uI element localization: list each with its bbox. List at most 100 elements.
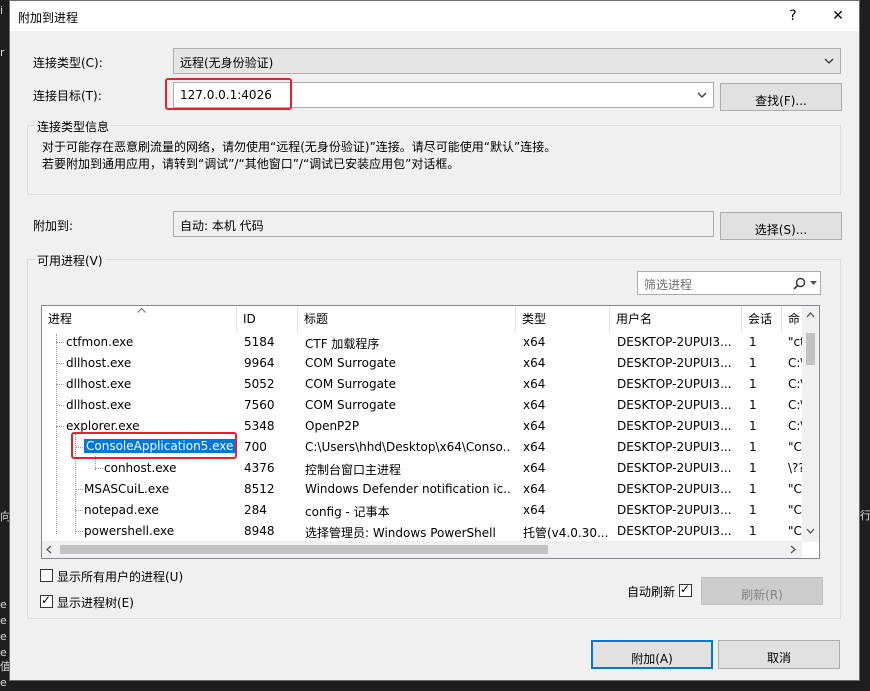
title-bar: 附加到进程 ? ✕ — [10, 1, 859, 31]
select-button[interactable]: 选择(S)... — [720, 212, 842, 240]
process-session: 1 — [749, 419, 757, 433]
background-editor-strip: i r 向 e e e e 值 e — [0, 0, 11, 691]
process-user: DESKTOP-2UPUI3... — [617, 356, 732, 370]
horizontal-scrollbar[interactable] — [42, 541, 802, 558]
horizontal-scroll-thumb[interactable] — [60, 545, 548, 554]
auto-refresh-checkbox[interactable] — [679, 582, 692, 597]
tree-connector — [56, 384, 64, 385]
column-header-type[interactable]: 类型 — [516, 306, 610, 332]
process-title: COM Surrogate — [305, 356, 397, 370]
process-title: COM Surrogate — [305, 398, 397, 412]
table-row[interactable]: MSASCuiL.exe 8512 Windows Defender notif… — [42, 479, 812, 500]
column-header-id[interactable]: ID — [237, 306, 298, 332]
table-row[interactable]: dllhost.exe 7560 COM Surrogate x64 DESKT… — [42, 395, 812, 416]
attach-button-label: 附加(A) — [631, 652, 673, 666]
process-type: x64 — [523, 377, 546, 391]
chevron-right-icon[interactable] — [790, 545, 796, 554]
process-session: 1 — [749, 503, 757, 517]
process-id: 9964 — [244, 356, 275, 370]
filter-placeholder: 筛选进程 — [644, 278, 693, 292]
chevron-down-icon[interactable] — [810, 281, 817, 286]
cancel-button[interactable]: 取消 — [718, 640, 840, 669]
connection-type-dropdown[interactable]: 远程(无身份验证) — [173, 48, 841, 74]
column-header-session[interactable]: 会话 — [742, 306, 782, 332]
attach-to-value: 自动: 本机 代码 — [180, 219, 264, 233]
column-header-title[interactable]: 标题 — [298, 306, 516, 332]
process-title: C:\Users\hhd\Desktop\x64\Conso... — [305, 440, 511, 454]
search-icon[interactable] — [793, 277, 806, 290]
process-session: 1 — [749, 398, 757, 412]
column-header-username[interactable]: 用户名 — [610, 306, 742, 332]
process-type: x64 — [523, 419, 546, 433]
tree-connector — [95, 468, 103, 469]
process-type: x64 — [523, 503, 546, 517]
process-title: COM Surrogate — [305, 377, 397, 391]
process-name: explorer.exe — [66, 419, 140, 433]
show-process-tree-label[interactable]: 显示进程树(E) — [57, 594, 134, 611]
chevron-up-icon[interactable] — [806, 312, 815, 318]
cancel-button-label: 取消 — [766, 651, 791, 665]
table-row[interactable]: conhost.exe 4376 控制台窗口主进程 x64 DESKTOP-2U… — [42, 458, 812, 479]
find-button[interactable]: 查找(F)... — [720, 83, 842, 111]
process-id: 5348 — [244, 419, 275, 433]
bg-char: r — [0, 46, 5, 59]
attach-button[interactable]: 附加(A) — [591, 640, 713, 669]
refresh-button[interactable]: 刷新(R) — [701, 577, 823, 605]
bg-char: e — [0, 614, 7, 627]
sort-ascending-icon — [137, 308, 146, 313]
process-session: 1 — [749, 356, 757, 370]
connection-target-label: 连接目标(T): — [33, 89, 102, 103]
filter-process-input[interactable]: 筛选进程 — [637, 271, 821, 295]
close-button[interactable]: ✕ — [819, 1, 857, 31]
available-processes-title: 可用进程(V) — [35, 252, 105, 269]
show-all-users-label[interactable]: 显示所有用户的进程(U) — [57, 568, 183, 585]
tree-connector — [56, 363, 64, 364]
highlight-annotation — [165, 78, 292, 110]
process-type: x64 — [523, 482, 546, 496]
table-row[interactable]: dllhost.exe 9964 COM Surrogate x64 DESKT… — [42, 353, 812, 374]
list-header: 进程 ID 标题 类型 用户名 会话 命 — [42, 306, 812, 332]
process-user: DESKTOP-2UPUI3... — [617, 503, 732, 517]
table-row[interactable]: dllhost.exe 5052 COM Surrogate x64 DESKT… — [42, 374, 812, 395]
process-name: powershell.exe — [84, 524, 175, 538]
help-button[interactable]: ? — [774, 1, 812, 31]
vertical-scroll-thumb[interactable] — [806, 333, 815, 365]
process-user: DESKTOP-2UPUI3... — [617, 419, 732, 433]
process-title: CTF 加载程序 — [305, 337, 380, 351]
process-id: 4376 — [244, 461, 275, 475]
show-process-tree-checkbox[interactable] — [40, 593, 53, 608]
bg-char: e — [0, 630, 7, 643]
chevron-down-icon[interactable] — [806, 528, 815, 534]
process-user: DESKTOP-2UPUI3... — [617, 482, 732, 496]
bg-char: i — [0, 4, 4, 17]
highlight-annotation — [71, 432, 237, 459]
tree-connector — [56, 426, 64, 427]
process-user: DESKTOP-2UPUI3... — [617, 440, 732, 454]
table-row[interactable]: powershell.exe 8948 选择管理员: Windows Power… — [42, 521, 812, 542]
process-session: 1 — [749, 335, 757, 349]
process-name: dllhost.exe — [66, 377, 132, 391]
process-id: 8512 — [244, 482, 275, 496]
refresh-button-label: 刷新(R) — [741, 588, 783, 602]
process-session: 1 — [749, 377, 757, 391]
auto-refresh-label[interactable]: 自动刷新 — [627, 583, 675, 600]
vertical-scrollbar[interactable] — [802, 306, 819, 542]
process-title: 选择管理员: Windows PowerShell — [305, 526, 496, 540]
tree-connector — [56, 405, 64, 406]
chevron-down-icon — [824, 58, 834, 64]
show-all-users-checkbox[interactable] — [40, 569, 53, 582]
table-row[interactable]: ctfmon.exe 5184 CTF 加载程序 x64 DESKTOP-2UP… — [42, 332, 812, 353]
process-type: x64 — [523, 335, 546, 349]
background-editor-strip-right: 行 — [860, 0, 870, 691]
bg-char: 行 — [860, 509, 870, 522]
tree-connector — [75, 531, 83, 532]
process-session: 1 — [749, 482, 757, 496]
chevron-down-icon[interactable] — [697, 91, 707, 99]
process-id: 8948 — [244, 524, 275, 538]
connection-info-line1: 对于可能存在恶意刷流量的网络，请勿使用“远程(无身份验证)”连接。请尽可能使用“… — [42, 140, 557, 154]
chevron-left-icon[interactable] — [46, 545, 52, 554]
table-row[interactable]: notepad.exe 284 config - 记事本 x64 DESKTOP… — [42, 500, 812, 521]
process-id: 700 — [244, 440, 267, 454]
process-id: 284 — [244, 503, 267, 517]
process-user: DESKTOP-2UPUI3... — [617, 335, 732, 349]
